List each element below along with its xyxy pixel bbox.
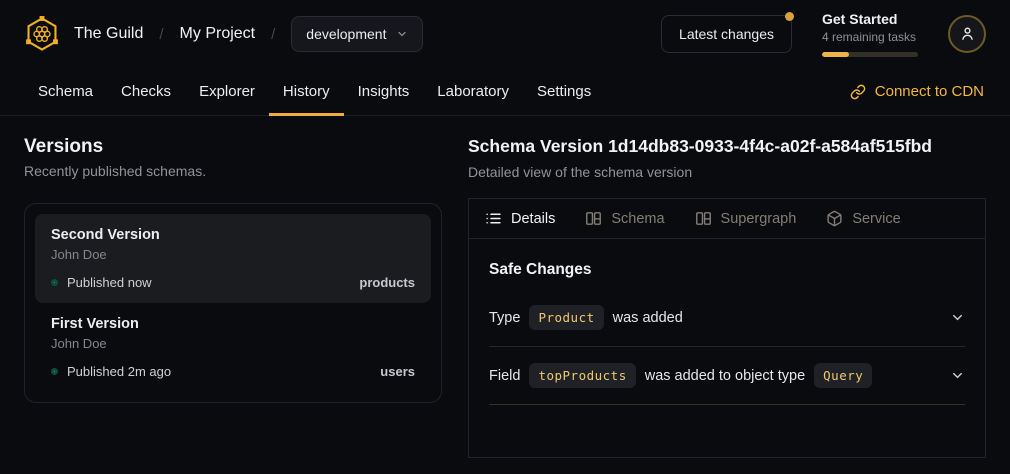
version-meta: Published now products — [51, 275, 415, 290]
version-service: products — [359, 275, 415, 290]
target-nav-tabs: Schema Checks Explorer History Insights … — [0, 68, 1010, 116]
version-name: Second Version — [51, 227, 415, 243]
columns-icon — [695, 210, 712, 227]
tab-label: Service — [852, 211, 900, 227]
connect-to-cdn-label: Connect to CDN — [875, 83, 984, 100]
cube-icon — [826, 210, 843, 227]
version-name: First Version — [51, 316, 415, 332]
change-row-field-added[interactable]: Field topProducts was added to object ty… — [489, 346, 965, 405]
published-status-icon — [51, 368, 58, 375]
tab-service[interactable]: Service — [826, 210, 900, 227]
version-item-first[interactable]: First Version John Doe Published 2m ago … — [35, 303, 431, 392]
tab-insights[interactable]: Insights — [344, 68, 424, 116]
tab-schema[interactable]: Schema — [24, 68, 107, 116]
code-badge: Product — [529, 305, 603, 330]
progress-bar — [822, 52, 918, 57]
user-avatar[interactable] — [948, 15, 986, 53]
published-status-icon — [51, 279, 58, 286]
version-service: users — [380, 364, 415, 379]
breadcrumb-separator: / — [157, 26, 165, 43]
chevron-down-icon[interactable] — [950, 310, 965, 325]
get-started-widget[interactable]: Get Started 4 remaining tasks — [822, 11, 918, 56]
schema-version-column: Schema Version 1d14db83-0933-4f4c-a02f-a… — [468, 136, 986, 458]
version-status: Published now — [67, 275, 152, 290]
tab-laboratory[interactable]: Laboratory — [423, 68, 523, 116]
versions-title: Versions — [24, 136, 442, 158]
tab-checks[interactable]: Checks — [107, 68, 185, 116]
link-icon — [850, 84, 866, 100]
list-icon — [485, 210, 502, 227]
get-started-subtitle: 4 remaining tasks — [822, 29, 918, 46]
user-icon — [959, 25, 976, 42]
hive-logo-icon[interactable] — [24, 15, 60, 53]
connect-to-cdn-link[interactable]: Connect to CDN — [848, 68, 986, 115]
latest-changes-button[interactable]: Latest changes — [661, 15, 792, 53]
change-text: was added to object type — [645, 368, 805, 384]
breadcrumb: The Guild / My Project / development — [24, 15, 423, 53]
environment-selector[interactable]: development — [291, 16, 423, 52]
version-status: Published 2m ago — [67, 364, 171, 379]
versions-column: Versions Recently published schemas. Sec… — [24, 136, 442, 458]
detail-tabs: Details Schema Sup — [469, 199, 985, 239]
tab-label: Schema — [611, 211, 664, 227]
tab-supergraph[interactable]: Supergraph — [695, 210, 797, 227]
version-author: John Doe — [51, 336, 415, 351]
tab-history[interactable]: History — [269, 68, 344, 116]
version-author: John Doe — [51, 247, 415, 262]
change-text: was added — [613, 310, 683, 326]
tab-settings[interactable]: Settings — [523, 68, 605, 116]
tab-label: Details — [511, 211, 555, 227]
detail-content: Safe Changes Type Product was added Fiel… — [469, 239, 985, 405]
safe-changes-title: Safe Changes — [489, 261, 965, 279]
get-started-title: Get Started — [822, 11, 918, 29]
breadcrumb-separator: / — [269, 26, 277, 43]
change-text: Field — [489, 368, 520, 384]
progress-bar-fill — [822, 52, 849, 57]
chevron-down-icon — [396, 28, 408, 40]
version-meta: Published 2m ago users — [51, 364, 415, 379]
change-row-type-added[interactable]: Type Product was added — [489, 289, 965, 346]
org-name[interactable]: The Guild — [74, 25, 143, 43]
code-badge: Query — [814, 363, 872, 388]
schema-version-title: Schema Version 1d14db83-0933-4f4c-a02f-a… — [468, 136, 986, 157]
tab-details[interactable]: Details — [485, 210, 555, 227]
header-actions: Latest changes Get Started 4 remaining t… — [661, 11, 986, 56]
tab-explorer[interactable]: Explorer — [185, 68, 269, 116]
versions-subtitle: Recently published schemas. — [24, 163, 442, 179]
main-content: Versions Recently published schemas. Sec… — [0, 116, 1010, 458]
environment-label: development — [306, 26, 386, 42]
versions-list: Second Version John Doe Published now pr… — [24, 203, 442, 403]
app-header: The Guild / My Project / development Lat… — [0, 0, 1010, 68]
latest-changes-label: Latest changes — [679, 26, 774, 42]
version-item-second[interactable]: Second Version John Doe Published now pr… — [35, 214, 431, 303]
notification-dot — [785, 12, 794, 21]
project-name[interactable]: My Project — [180, 25, 256, 43]
change-text: Type — [489, 310, 520, 326]
tab-schema-detail[interactable]: Schema — [585, 210, 664, 227]
code-badge: topProducts — [529, 363, 635, 388]
schema-version-panel: Details Schema Sup — [468, 198, 986, 458]
tab-label: Supergraph — [721, 211, 797, 227]
chevron-down-icon[interactable] — [950, 368, 965, 383]
columns-icon — [585, 210, 602, 227]
schema-version-subtitle: Detailed view of the schema version — [468, 164, 986, 180]
